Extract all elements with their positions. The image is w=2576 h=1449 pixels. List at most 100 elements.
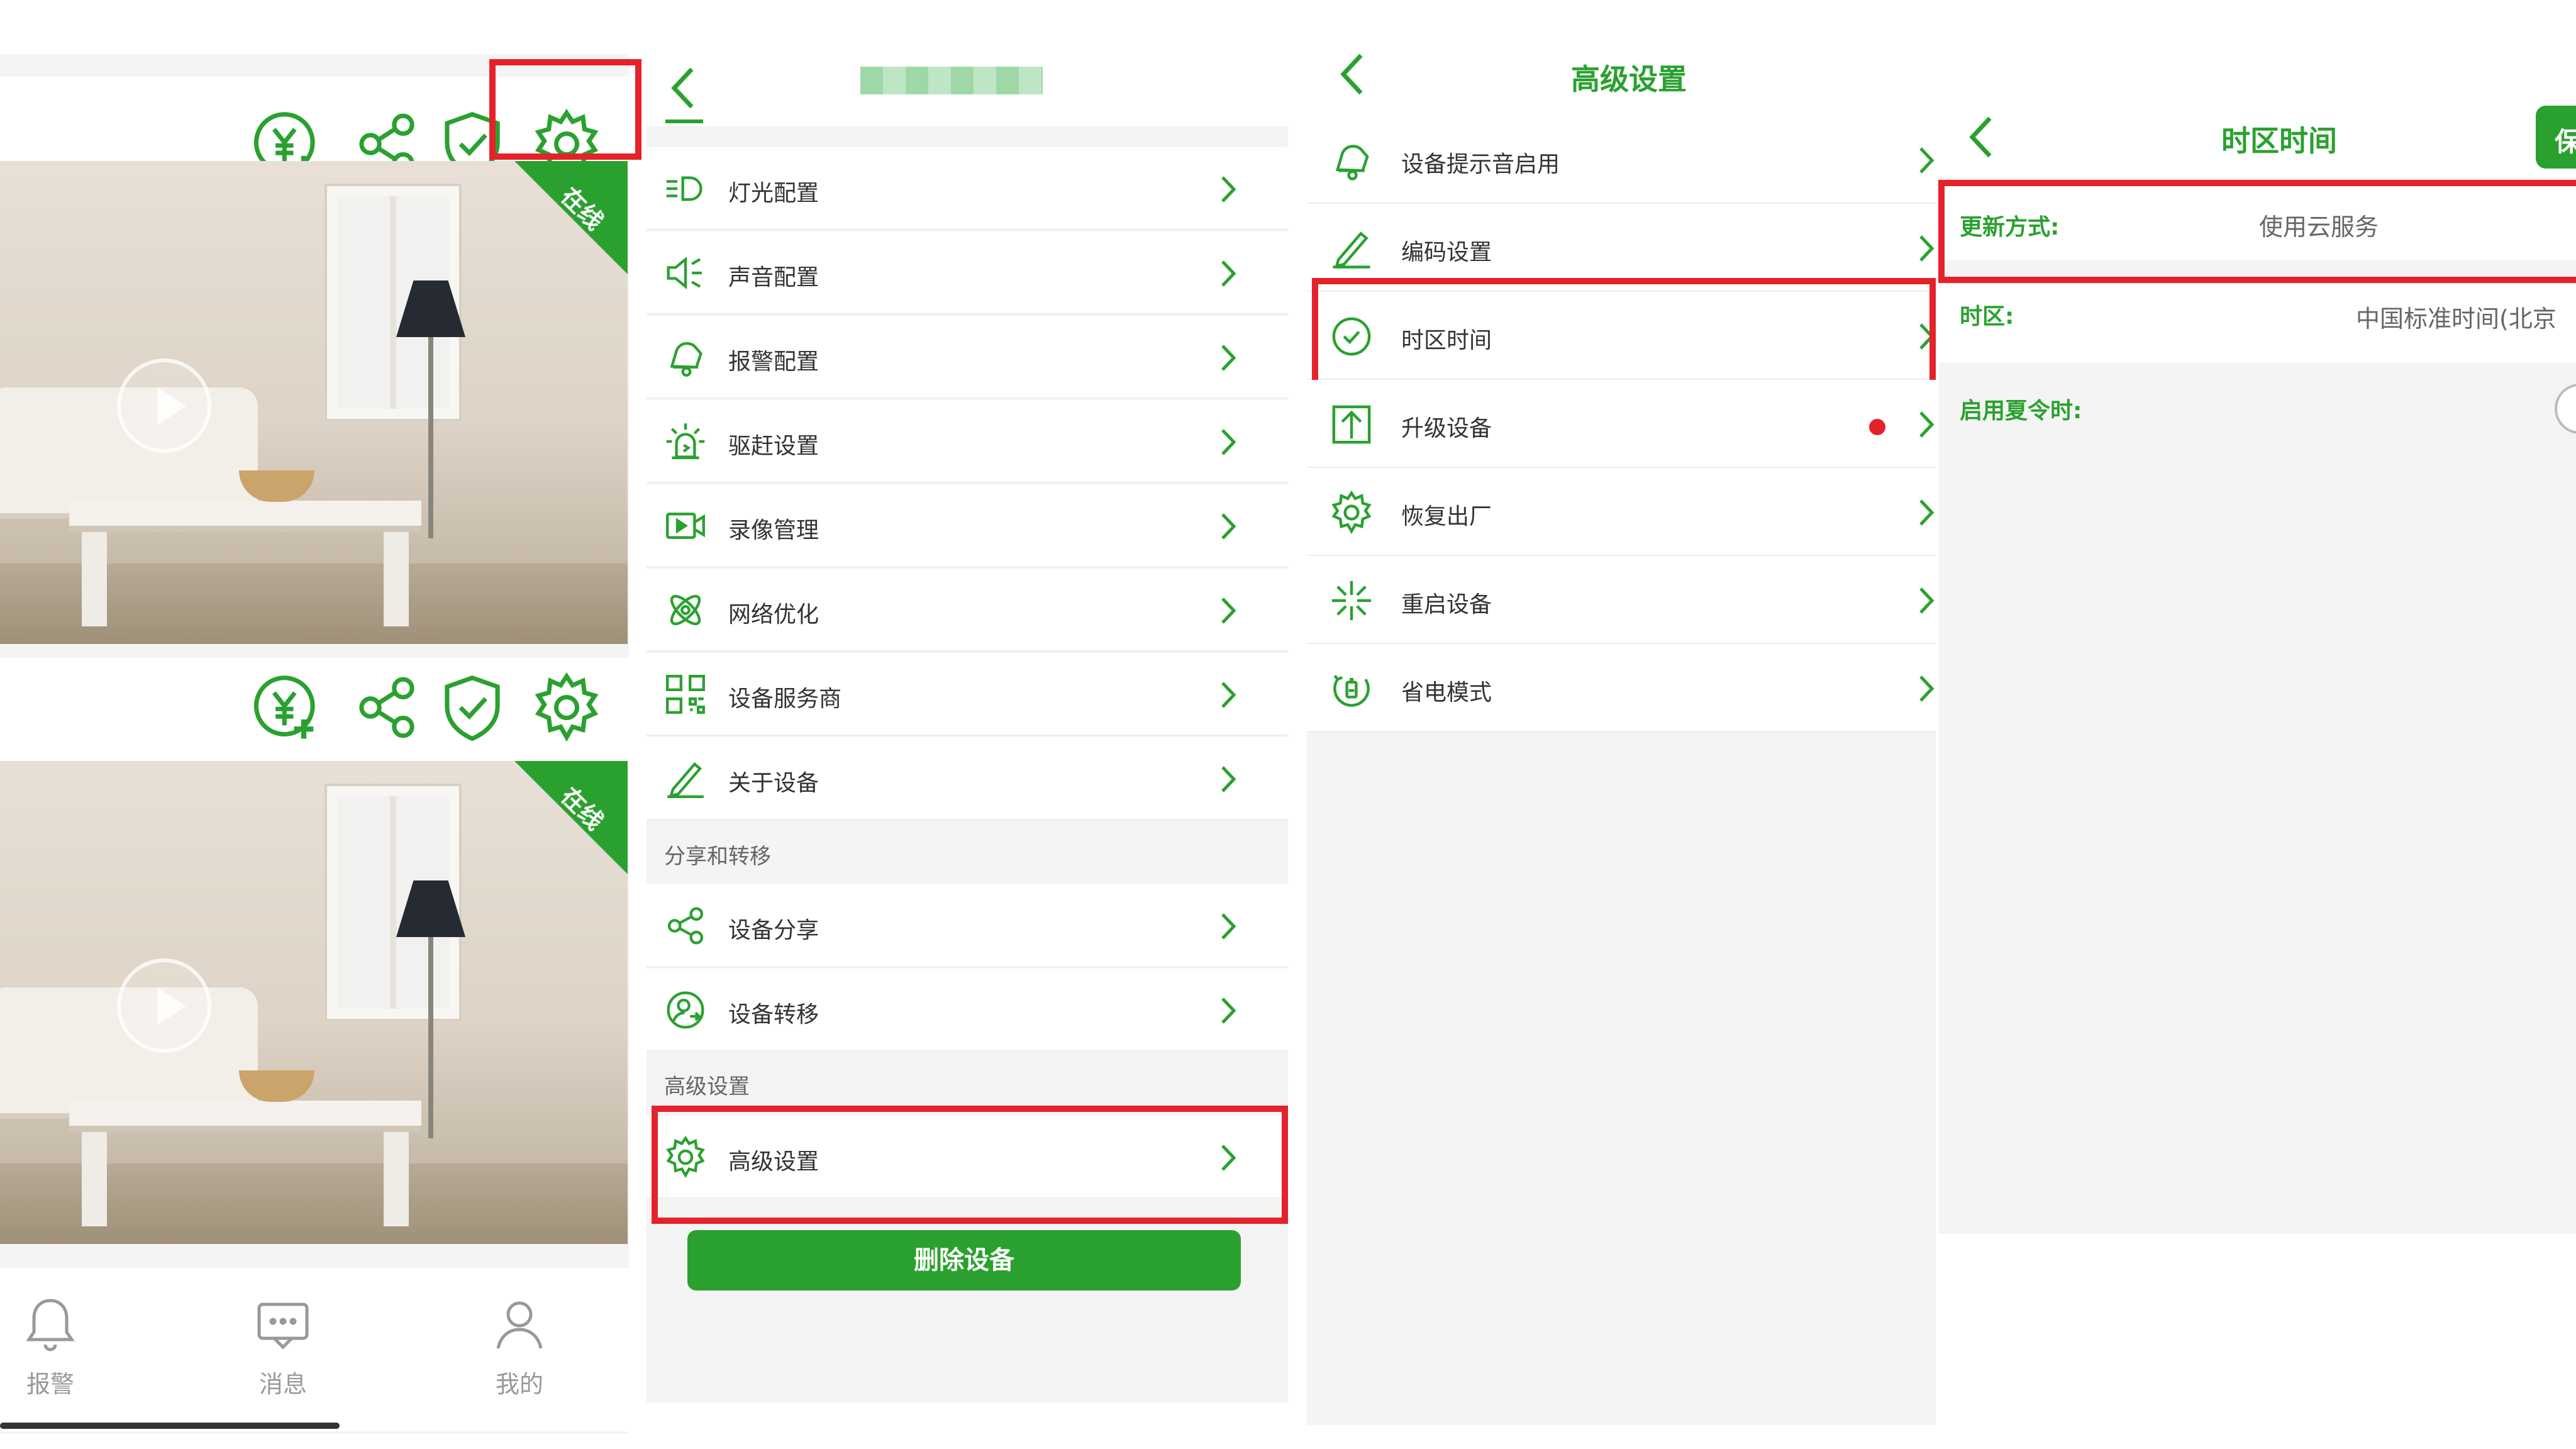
settings-item-label: 录像管理 — [728, 518, 819, 543]
chevron-right-icon — [1219, 426, 1238, 458]
back-icon[interactable] — [1335, 49, 1372, 99]
settings-item-label: 驱赶设置 — [728, 433, 819, 459]
save-button-label: 保 — [2555, 126, 2576, 157]
gear-icon — [1328, 489, 1375, 536]
tab-indicator — [665, 119, 703, 123]
qr-code-icon — [663, 672, 708, 717]
timezone-row[interactable]: 时区: 中国标准时间(北京 — [1938, 284, 2576, 362]
chevron-right-icon — [1917, 585, 1936, 616]
settings-item-deter[interactable]: 驱赶设置 — [647, 400, 1288, 483]
settings-header — [647, 44, 1288, 126]
light-icon — [663, 166, 708, 211]
chevron-right-icon — [1219, 995, 1238, 1026]
timezone-label: 时区: — [1960, 304, 2014, 330]
speaker-icon — [663, 250, 708, 296]
bottom-nav: 报警 消息 我的 — [0, 1268, 629, 1431]
chevron-right-icon — [1219, 511, 1238, 542]
play-icon[interactable] — [117, 358, 211, 453]
timezone-panel: 时区时间 保 更新方式: 使用云服务 时区: 中国标准时间(北京 启用夏令时: — [1938, 96, 2576, 1234]
chevron-right-icon — [1219, 174, 1238, 205]
home-indicator — [0, 1423, 340, 1429]
nav-item-label: 消息 — [258, 1370, 307, 1398]
highlight-advanced — [652, 1106, 1288, 1224]
settings-item-label: 设备服务商 — [728, 686, 842, 712]
settings-item-light[interactable]: 灯光配置 — [647, 147, 1288, 230]
advanced-item-power-save[interactable]: 省电模式 — [1307, 644, 1936, 732]
delete-device-button[interactable]: 删除设备 — [687, 1230, 1241, 1291]
person-icon — [496, 1301, 543, 1349]
chevron-right-icon — [1917, 233, 1936, 264]
highlight-update-method — [1938, 180, 2576, 283]
nav-item-mine[interactable]: 我的 — [469, 1293, 570, 1399]
advanced-item-restart[interactable]: 重启设备 — [1307, 556, 1936, 644]
update-badge — [1869, 419, 1885, 435]
chevron-right-icon — [1917, 497, 1936, 528]
timezone-value: 中国标准时间(北京 — [2356, 305, 2557, 333]
yuan-plus-icon[interactable] — [250, 670, 325, 745]
advanced-item-chime[interactable]: 设备提示音启用 — [1307, 116, 1936, 204]
settings-item-recording[interactable]: 录像管理 — [647, 484, 1288, 567]
message-icon — [257, 1302, 309, 1350]
chevron-right-icon — [1219, 258, 1238, 289]
settings-item-label: 灯光配置 — [728, 180, 819, 206]
bell-icon — [26, 1299, 75, 1352]
settings-item-network[interactable]: 网络优化 — [647, 569, 1288, 652]
advanced-header: 高级设置 — [1307, 35, 1936, 117]
section-label-share: 分享和转移 — [664, 844, 771, 869]
upload-icon — [1328, 401, 1375, 448]
page-title: 高级设置 — [1571, 62, 1687, 96]
siren-icon — [663, 419, 708, 464]
alarm-bell-icon — [663, 335, 708, 380]
play-icon[interactable] — [117, 958, 211, 1053]
back-icon[interactable] — [1963, 112, 2001, 162]
nav-item-label: 我的 — [495, 1370, 543, 1398]
settings-item-alarm[interactable]: 报警配置 — [647, 316, 1288, 399]
shield-check-icon[interactable] — [435, 670, 509, 745]
timezone-header: 时区时间 保 — [1938, 96, 2576, 177]
nav-item-label: 报警 — [26, 1370, 74, 1398]
dst-toggle[interactable] — [2555, 384, 2576, 434]
advanced-item-label: 编码设置 — [1401, 240, 1492, 265]
device-card: 在线 — [0, 658, 629, 1245]
dst-label: 启用夏令时: — [1960, 398, 2082, 424]
device-toolbar — [0, 658, 629, 766]
share-icon[interactable] — [350, 670, 424, 745]
nav-item-messages[interactable]: 消息 — [233, 1293, 333, 1399]
advanced-item-upgrade[interactable]: 升级设备 — [1307, 380, 1936, 468]
highlight-gear — [489, 59, 641, 160]
camera-preview[interactable]: 在线 — [0, 761, 628, 1244]
nav-item-alarm[interactable]: 报警 — [0, 1293, 101, 1399]
restart-icon — [1328, 577, 1375, 624]
settings-item-provider[interactable]: 设备服务商 — [647, 653, 1288, 736]
pencil-icon — [1328, 225, 1375, 272]
advanced-item-reset[interactable]: 恢复出厂 — [1307, 468, 1936, 556]
back-icon[interactable] — [665, 63, 703, 113]
chevron-right-icon — [1917, 409, 1936, 440]
device-settings-panel: 灯光配置 声音配置 报警配置 驱赶设置 录像管理 网络优化 设备服务商 关于设备… — [647, 44, 1288, 1402]
advanced-item-label: 设备提示音启用 — [1401, 152, 1560, 177]
pixelated-title — [860, 67, 1043, 94]
advanced-item-label: 升级设备 — [1401, 416, 1492, 441]
power-save-icon — [1328, 665, 1375, 712]
bell-icon — [1328, 137, 1375, 184]
camera-preview[interactable]: 在线 — [0, 161, 628, 644]
screenshot-root: 在线 在线 报警 消息 我的 灯光配置 声音配置 报警配置 驱赶设置 录像管理 … — [0, 0, 2576, 1449]
advanced-settings-panel: 高级设置 设备提示音启用 编码设置 时区时间 升级设备 恢复出厂 重启设备 省电… — [1307, 35, 1936, 1425]
gear-icon[interactable] — [530, 670, 604, 745]
advanced-item-label: 省电模式 — [1401, 680, 1492, 706]
chevron-right-icon — [1917, 673, 1936, 704]
settings-item-sound[interactable]: 声音配置 — [647, 231, 1288, 314]
chevron-right-icon — [1219, 763, 1238, 795]
settings-item-label: 关于设备 — [728, 770, 819, 796]
settings-item-transfer[interactable]: 设备转移 — [647, 969, 1288, 1052]
advanced-item-label: 恢复出厂 — [1401, 504, 1492, 530]
share-icon — [663, 903, 708, 948]
video-record-icon — [663, 503, 708, 548]
save-button[interactable]: 保 — [2536, 106, 2576, 169]
settings-item-label: 声音配置 — [728, 265, 819, 291]
device-list-panel: 在线 在线 报警 消息 我的 — [0, 54, 641, 1434]
settings-item-about[interactable]: 关于设备 — [647, 737, 1288, 820]
chevron-right-icon — [1219, 911, 1238, 942]
page-title: 时区时间 — [2221, 124, 2337, 158]
settings-item-share[interactable]: 设备分享 — [647, 884, 1288, 967]
